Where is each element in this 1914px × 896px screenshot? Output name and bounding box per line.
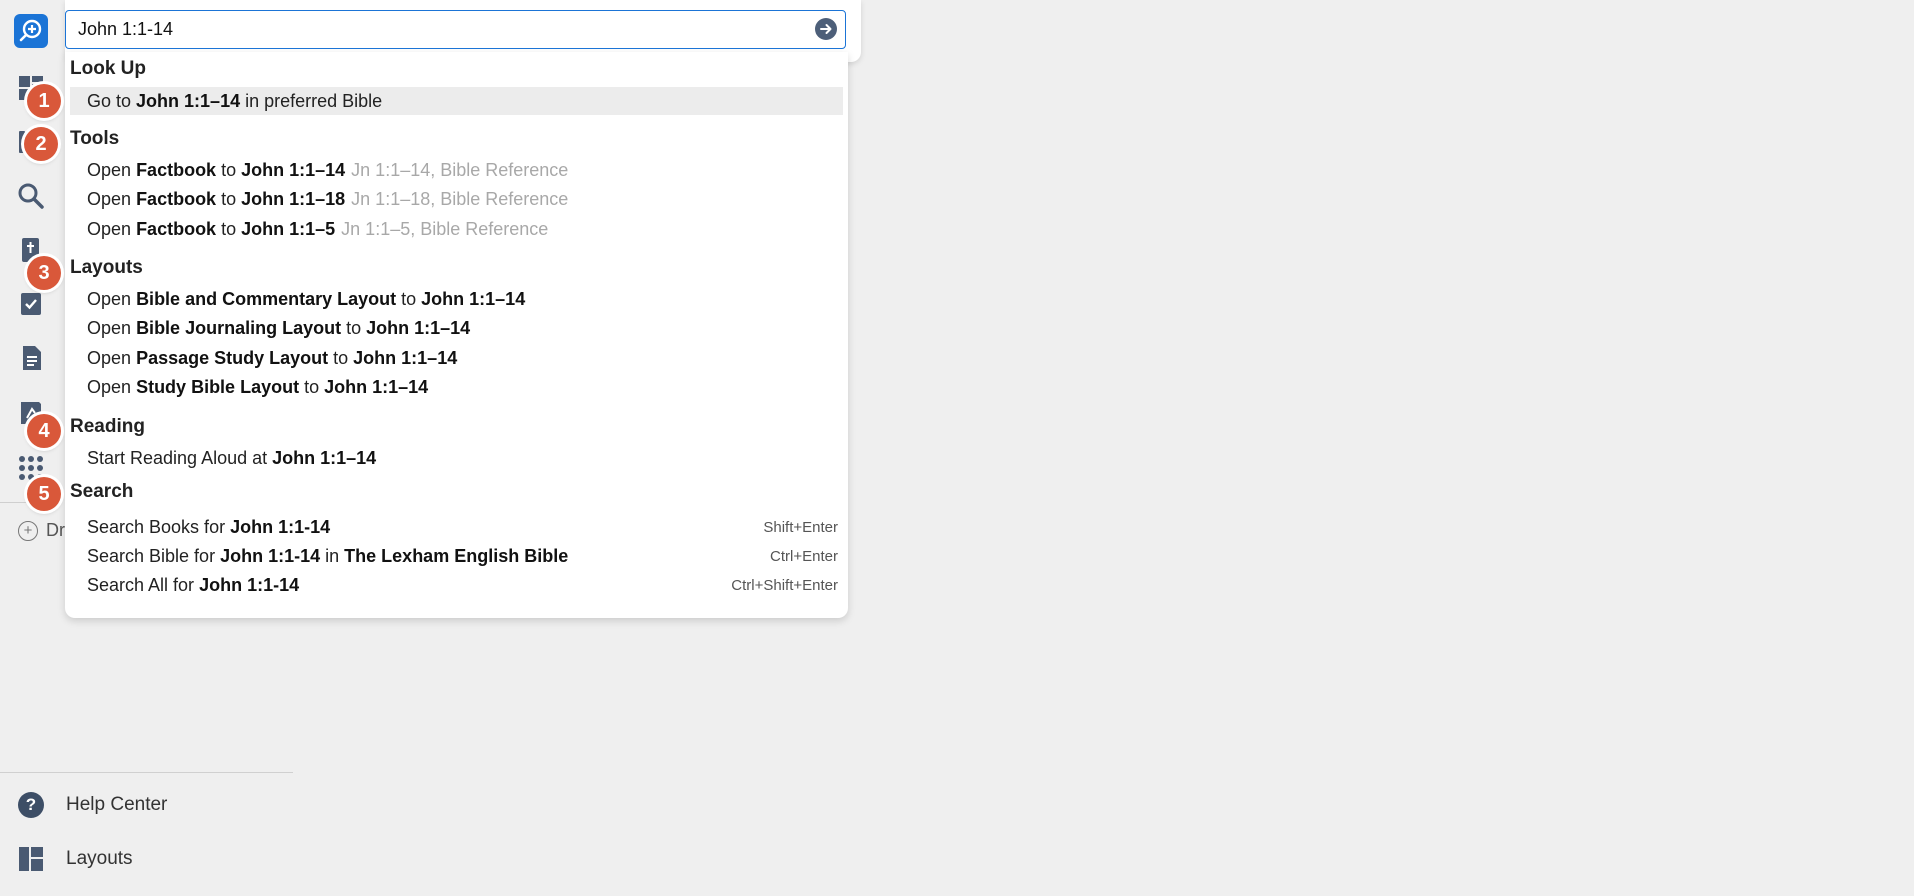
search-input[interactable] <box>78 11 778 47</box>
step-badge-5: 5 <box>27 477 61 511</box>
layouts-icon <box>18 846 44 872</box>
section-layouts-title: Layouts <box>70 257 143 278</box>
suggestion-item[interactable]: Open Passage Study Layout to John 1:1–14 <box>70 344 843 372</box>
suggestion-item[interactable]: Search Books for John 1:1-14 Shift+Enter <box>70 513 843 541</box>
plus-circle-icon: + <box>18 520 38 541</box>
section-lookup-title: Look Up <box>70 58 146 79</box>
app-logo-icon[interactable] <box>14 14 48 48</box>
shortcut-hint: Shift+Enter <box>763 518 838 536</box>
step-badge-3: 3 <box>27 256 61 290</box>
layouts-label: Layouts <box>66 848 133 869</box>
shortcut-hint: Ctrl+Shift+Enter <box>731 576 838 594</box>
bottom-divider <box>0 772 293 773</box>
help-center-button[interactable]: ? Help Center <box>18 792 167 818</box>
new-draft-button[interactable]: + Dr <box>18 520 68 541</box>
section-search-title: Search <box>70 481 134 502</box>
suggestion-item[interactable]: Open Bible and Commentary Layout to John… <box>70 285 843 313</box>
help-center-label: Help Center <box>66 794 168 815</box>
section-tools-title: Tools <box>70 128 120 149</box>
section-reading-title: Reading <box>70 416 145 437</box>
shortcut-hint: Ctrl+Enter <box>770 547 838 565</box>
suggestion-item[interactable]: Open Factbook to John 1:1–14 Jn 1:1–14, B… <box>70 156 843 184</box>
suggestion-item[interactable]: Open Bible Journaling Layout to John 1:1… <box>70 314 843 342</box>
suggestion-item[interactable]: Go to John 1:1–14 in preferred Bible <box>70 87 843 115</box>
suggestion-item[interactable]: Start Reading Aloud at John 1:1–14 <box>70 444 843 472</box>
go-arrow-button[interactable] <box>815 18 837 40</box>
suggestion-item[interactable]: Open Study Bible Layout to John 1:1–14 <box>70 373 843 401</box>
suggestion-item[interactable]: Search Bible for John 1:1-14 in The Lexh… <box>70 542 843 570</box>
step-badge-4: 4 <box>27 414 61 448</box>
suggestion-item[interactable]: Open Factbook to John 1:1–5 Jn 1:1–5, Bib… <box>70 215 843 243</box>
suggestion-item[interactable]: Open Factbook to John 1:1–18 Jn 1:1–18, B… <box>70 185 843 213</box>
arrow-right-icon <box>820 24 832 34</box>
suggestion-item[interactable]: Search All for John 1:1-14 Ctrl+Shift+En… <box>70 571 843 599</box>
layouts-button[interactable]: Layouts <box>18 846 133 872</box>
help-icon: ? <box>18 792 44 818</box>
search-icon[interactable] <box>15 180 47 212</box>
document-icon[interactable] <box>15 342 47 374</box>
suggestions-dropdown: Look Up Go to John 1:1–14 in preferred B… <box>65 52 848 618</box>
step-badge-1: 1 <box>27 84 61 118</box>
go-box <box>65 10 846 49</box>
checklist-icon[interactable] <box>15 288 47 320</box>
step-badge-2: 2 <box>24 127 58 161</box>
